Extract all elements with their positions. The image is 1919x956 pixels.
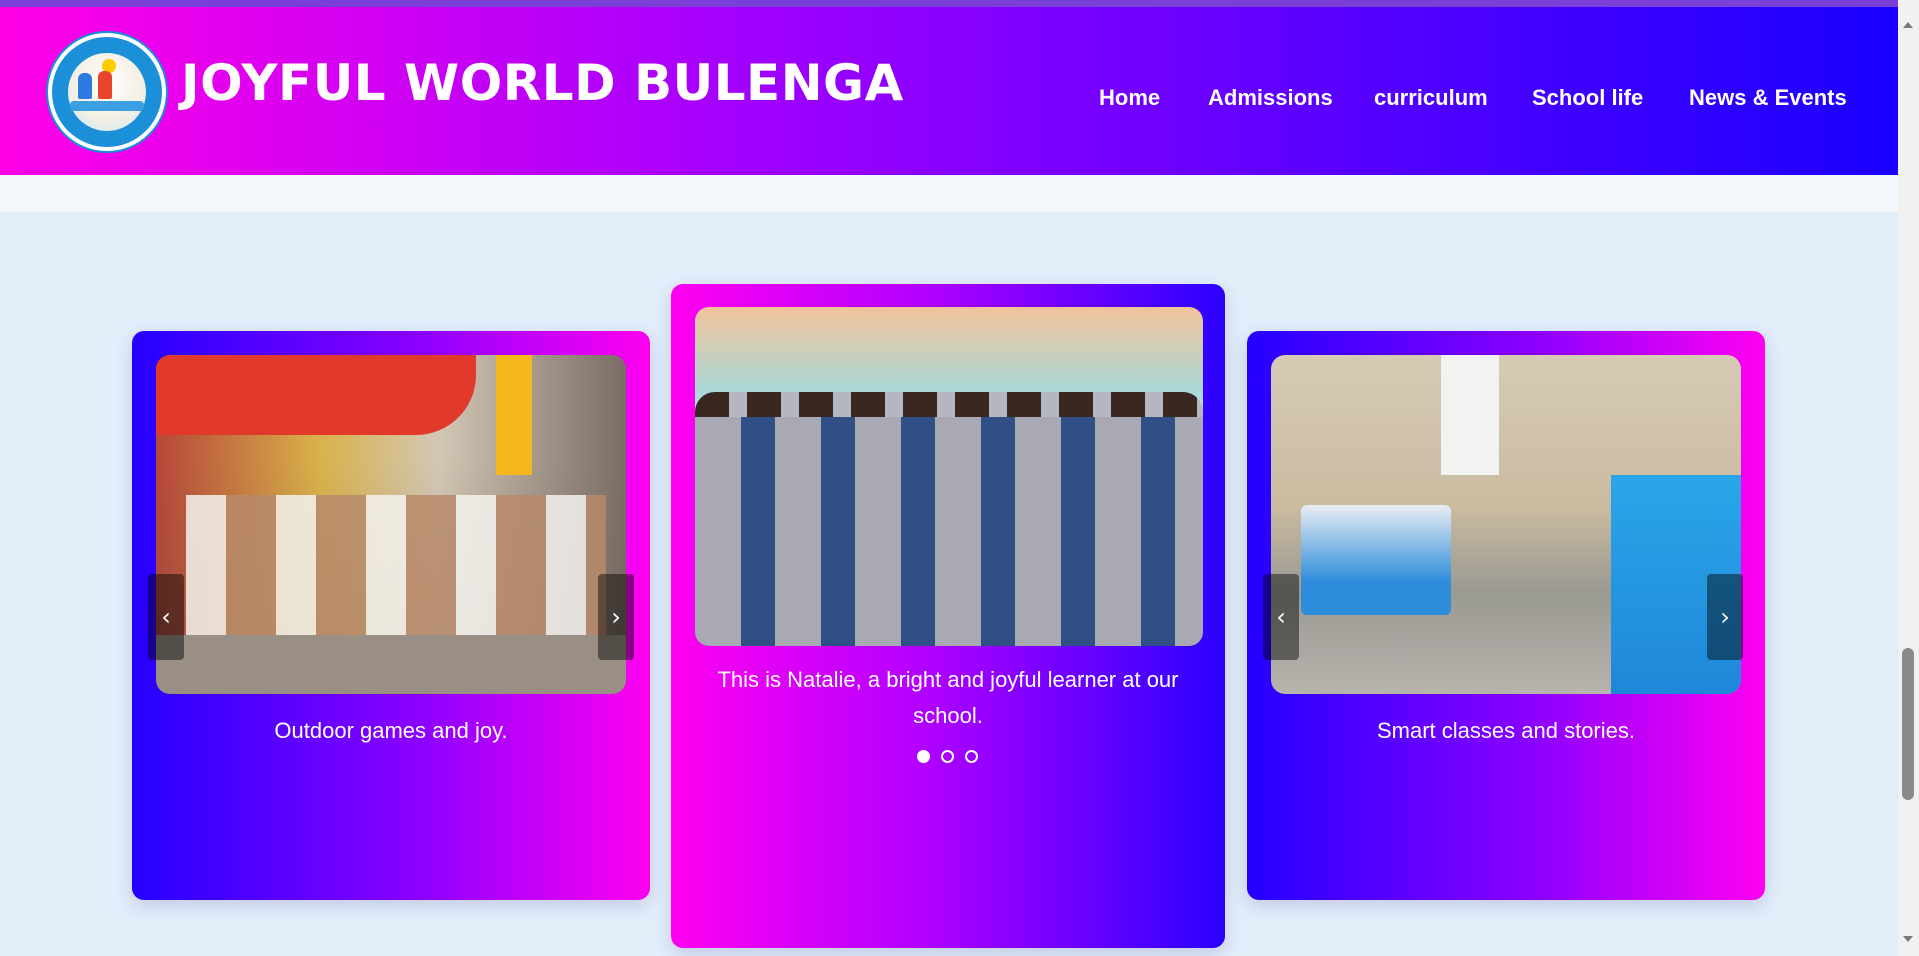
chevron-left-icon: ‹ <box>161 603 171 631</box>
scrollbar-thumb[interactable] <box>1902 648 1914 800</box>
children-seated-shape <box>186 495 606 655</box>
main-nav: Home Admissions curriculum School life N… <box>0 85 1898 115</box>
carousel-dot-1[interactable] <box>917 750 930 763</box>
playground-slide-shape <box>156 355 476 435</box>
nav-home-link[interactable]: Home <box>1099 85 1160 111</box>
carousel-indicators <box>917 750 987 764</box>
carousel-dot-2[interactable] <box>941 750 954 763</box>
site-header: JOYFUL WORLD BULENGA Home Admissions cur… <box>0 7 1898 175</box>
chevron-right-icon: › <box>611 603 621 631</box>
chevron-left-icon: ‹ <box>1276 603 1286 631</box>
top-border <box>0 0 1919 7</box>
natalie-class-photo <box>695 307 1203 646</box>
left-card-next-button[interactable]: › <box>598 574 634 660</box>
computer-desk-shape <box>1301 505 1451 615</box>
doorway-shape <box>1441 355 1499 475</box>
left-card-caption: Outdoor games and joy. <box>274 718 508 743</box>
smart-classes-photo <box>1271 355 1741 694</box>
scroll-up-icon[interactable] <box>1903 22 1913 28</box>
outdoor-games-photo <box>156 355 626 694</box>
right-card-next-button[interactable]: › <box>1707 574 1743 660</box>
featured-card-caption: This is Natalie, a bright and joyful lea… <box>717 667 1179 728</box>
nav-curriculum-link[interactable]: curriculum <box>1374 85 1488 111</box>
right-card-prev-button[interactable]: ‹ <box>1263 574 1299 660</box>
playground-pole-shape <box>496 355 532 475</box>
carousel-dot-3[interactable] <box>965 750 978 763</box>
nav-school-life-link[interactable]: School life <box>1532 85 1643 111</box>
nav-admissions-link[interactable]: Admissions <box>1208 85 1333 111</box>
children-uniforms-shape <box>695 417 1203 646</box>
page-scrollbar[interactable] <box>1898 0 1919 956</box>
ground-shape <box>156 635 626 694</box>
chevron-right-icon: › <box>1720 603 1730 631</box>
nav-news-events-link[interactable]: News & Events <box>1689 85 1847 111</box>
left-card-prev-button[interactable]: ‹ <box>148 574 184 660</box>
right-card-caption: Smart classes and stories. <box>1377 718 1635 743</box>
header-spacer <box>0 175 1898 212</box>
scroll-down-icon[interactable] <box>1903 936 1913 942</box>
